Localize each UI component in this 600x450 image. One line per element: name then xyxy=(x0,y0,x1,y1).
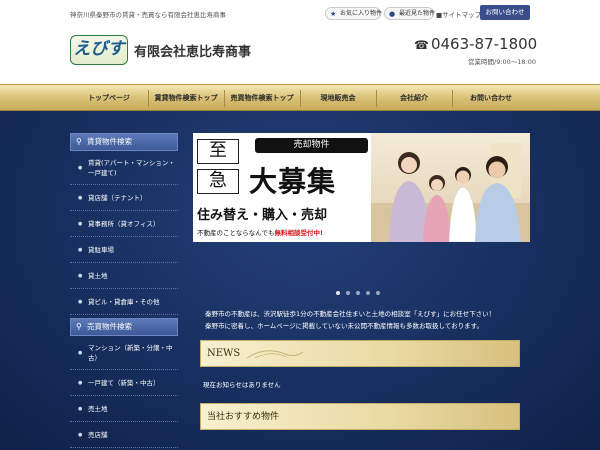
bullet-icon: ● xyxy=(78,405,83,412)
nav-item-top[interactable]: トップページ xyxy=(70,85,148,112)
banner-note-highlight: 無料相談受付中! xyxy=(274,229,323,237)
bullet-icon: ● xyxy=(78,272,83,279)
banner-note-prefix: 不動産のことならなんでも xyxy=(197,229,275,237)
bullet-icon: ● xyxy=(78,379,83,386)
logo[interactable]: えびす xyxy=(70,35,128,65)
sidebar-item-label: マンション（新築・分譲・中古） xyxy=(88,343,173,362)
sidebar-item-rent-land[interactable]: ● 貸土地 xyxy=(70,263,178,289)
nav-item-rent-search[interactable]: 賃貸物件検索トップ xyxy=(148,85,224,112)
search-icon: ⚲ xyxy=(76,137,82,146)
slider-dot[interactable] xyxy=(356,291,360,295)
top-strip: 神奈川県秦野市の賃貸・売買なら有限会社恵比寿商事 ★ お気に入り物件 ● 最近見… xyxy=(0,0,600,28)
intro-line-2: 秦野市に密着し、ホームページに掲載していない未公開不動産情報も多数お取扱しており… xyxy=(205,322,483,330)
sidebar-item-label: 貸土地 xyxy=(88,271,108,280)
rent-search-panel: ⚲ 賃貸物件検索 ● 賃貸(アパート・マンション・一戸建て) ● 貸店舗（テナン… xyxy=(70,133,178,315)
recommend-header: 当社おすすめ物件 xyxy=(200,403,520,430)
recent-label: 最近見た物件 xyxy=(399,10,436,17)
slider-dot[interactable] xyxy=(346,291,350,295)
sale-search-title: 売買物件検索 xyxy=(87,322,132,331)
bullet-icon: ● xyxy=(78,246,83,253)
favorites-button[interactable]: ★ お気に入り物件 xyxy=(325,7,383,20)
sidebar-item-rent-other[interactable]: ● 貸ビル・貸倉庫・その他 xyxy=(70,289,178,315)
intro-line-1: 秦野市の不動産は、渋沢駅徒歩1分の不動産会社住まいと土地の相談室「えびす」にお任… xyxy=(205,310,496,318)
sidebar-item-rent-store[interactable]: ● 貸店舗（テナント） xyxy=(70,185,178,211)
phone-number: ☎ 0463-87-1800 xyxy=(414,35,537,53)
sidebar-item-label: 貸店舗（テナント） xyxy=(88,193,147,202)
sidebar-item-rent-residential[interactable]: ● 賃貸(アパート・マンション・一戸建て) xyxy=(70,151,178,185)
rent-search-title: 賃貸物件検索 xyxy=(87,137,132,146)
banner-vertical-char: 至 xyxy=(197,139,239,164)
family-illustration xyxy=(371,143,530,242)
main-nav: トップページ 賃貸物件検索トップ 売買物件検索トップ 現地販売会 会社紹介 お問… xyxy=(0,84,600,111)
company-name: 有限会社恵比寿商事 xyxy=(134,45,252,60)
sidebar-item-label: 一戸建て（新築・中古） xyxy=(88,378,160,387)
bullet-icon: ● xyxy=(78,431,83,438)
nav-item-open-house[interactable]: 現地販売会 xyxy=(300,85,376,112)
sitemap-label: サイトマップ xyxy=(442,11,482,19)
business-hours: 営業時間/9:00～18:00 xyxy=(468,58,537,66)
bullet-icon: ● xyxy=(78,349,83,356)
sidebar-item-label: 貸ビル・貸倉庫・その他 xyxy=(88,297,160,306)
rent-search-header: ⚲ 賃貸物件検索 xyxy=(70,133,178,151)
sidebar-item-label: 売土地 xyxy=(88,404,108,413)
sidebar-item-sale-mansion[interactable]: ● マンション（新築・分譲・中古） xyxy=(70,336,178,370)
banner-vertical-char: 急 xyxy=(197,169,239,194)
ornament-icon xyxy=(246,350,304,359)
sidebar-item-sale-house[interactable]: ● 一戸建て（新築・中古） xyxy=(70,370,178,396)
contact-button[interactable]: お問い合わせ xyxy=(480,5,530,20)
banner-note: 不動産のことならなんでも無料相談受付中! xyxy=(197,227,323,237)
sidebar-item-sale-land[interactable]: ● 売土地 xyxy=(70,396,178,422)
banner-subline: 住み替え・購入・売却 xyxy=(197,208,328,223)
history-icon: ● xyxy=(389,10,396,18)
slider-dot[interactable] xyxy=(336,291,340,295)
site-tagline: 神奈川県秦野市の賃貸・売買なら有限会社恵比寿商事 xyxy=(70,11,226,19)
star-icon: ★ xyxy=(330,10,337,18)
news-empty-text: 現在お知らせはありません xyxy=(203,381,281,389)
sale-search-header: ⚲ 売買物件検索 xyxy=(70,318,178,336)
banner-headline: 大募集 xyxy=(249,165,337,198)
nav-item-contact[interactable]: お問い合わせ xyxy=(452,85,530,112)
phone-icon: ☎ xyxy=(414,38,429,52)
sidebar-item-label: 貸駐車場 xyxy=(88,245,114,254)
nav-item-company[interactable]: 会社紹介 xyxy=(376,85,452,112)
banner-label: 売却物件 xyxy=(255,138,368,153)
recent-button[interactable]: ● 最近見た物件 xyxy=(384,7,436,20)
bullet-icon: ● xyxy=(78,164,83,171)
sitemap-link[interactable]: ■サイトマップ xyxy=(436,9,481,19)
hero-banner[interactable]: 至 急 売却物件 大募集 住み替え・購入・売却 不動産のことならなんでも無料相談… xyxy=(193,133,530,242)
search-icon: ⚲ xyxy=(76,322,82,331)
sidebar-item-rent-parking[interactable]: ● 貸駐車場 xyxy=(70,237,178,263)
bullet-icon: ● xyxy=(78,220,83,227)
sidebar-item-label: 貸事務所（貸オフィス） xyxy=(88,219,160,228)
family-photo xyxy=(371,133,530,242)
slider-dot[interactable] xyxy=(376,291,380,295)
slider-dot[interactable] xyxy=(366,291,370,295)
nav-item-sale-search[interactable]: 売買物件検索トップ xyxy=(224,85,300,112)
sidebar-item-label: 賃貸(アパート・マンション・一戸建て) xyxy=(88,158,175,177)
favorites-label: お気に入り物件 xyxy=(340,10,383,17)
bullet-icon: ● xyxy=(78,194,83,201)
recommend-title: 当社おすすめ物件 xyxy=(207,412,280,422)
bullet-icon: ● xyxy=(78,298,83,305)
sidebar-item-rent-office[interactable]: ● 貸事務所（貸オフィス） xyxy=(70,211,178,237)
sidebar-item-label: 売店舗 xyxy=(88,430,108,439)
news-title: NEWS xyxy=(207,348,241,359)
sale-search-panel: ⚲ 売買物件検索 ● マンション（新築・分譲・中古） ● 一戸建て（新築・中古）… xyxy=(70,318,178,448)
sidebar-item-sale-store[interactable]: ● 売店舗 xyxy=(70,422,178,448)
phone-text: 0463-87-1800 xyxy=(430,35,538,53)
news-header: NEWS xyxy=(200,340,520,367)
